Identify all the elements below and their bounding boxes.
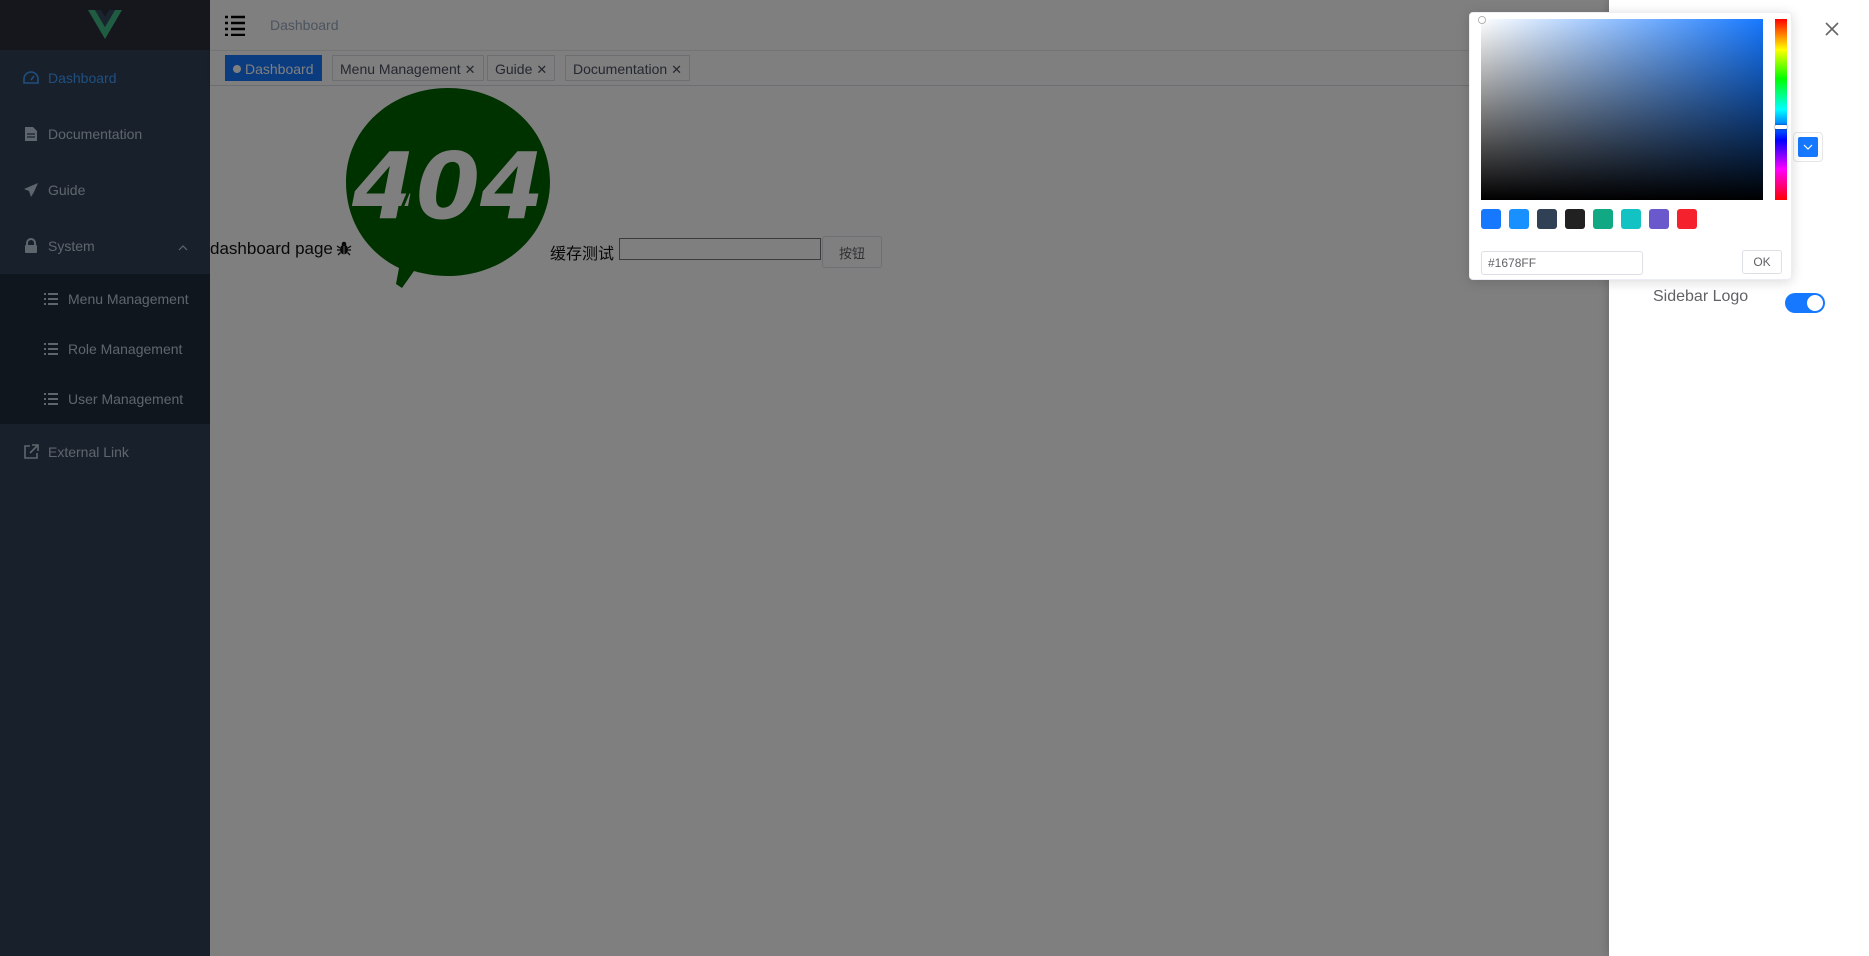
hue-slider-thumb[interactable] <box>1775 125 1787 129</box>
predefined-color-swatch[interactable] <box>1481 209 1501 229</box>
chevron-down-icon <box>1803 144 1813 150</box>
predefined-color-swatch[interactable] <box>1621 209 1641 229</box>
saturation-value-area[interactable] <box>1479 17 1763 200</box>
ok-button[interactable]: OK <box>1742 250 1782 274</box>
predefined-color-swatch[interactable] <box>1649 209 1669 229</box>
switch-knob <box>1807 295 1823 311</box>
hex-color-input[interactable] <box>1481 251 1643 275</box>
predefined-color-swatch[interactable] <box>1509 209 1529 229</box>
predefined-color-swatch[interactable] <box>1593 209 1613 229</box>
theme-color-swatch <box>1798 137 1818 157</box>
close-icon[interactable] <box>1823 20 1841 38</box>
saturation-cursor[interactable] <box>1479 17 1485 23</box>
predefined-colors <box>1481 209 1697 229</box>
hue-slider[interactable] <box>1775 19 1787 200</box>
predefined-color-swatch[interactable] <box>1565 209 1585 229</box>
sidebar-logo-label: Sidebar Logo <box>1653 288 1749 305</box>
sidebar-logo-switch[interactable] <box>1785 293 1825 313</box>
color-picker-panel: OK <box>1469 12 1792 280</box>
predefined-color-swatch[interactable] <box>1537 209 1557 229</box>
predefined-color-swatch[interactable] <box>1677 209 1697 229</box>
theme-color-trigger[interactable] <box>1793 132 1823 162</box>
